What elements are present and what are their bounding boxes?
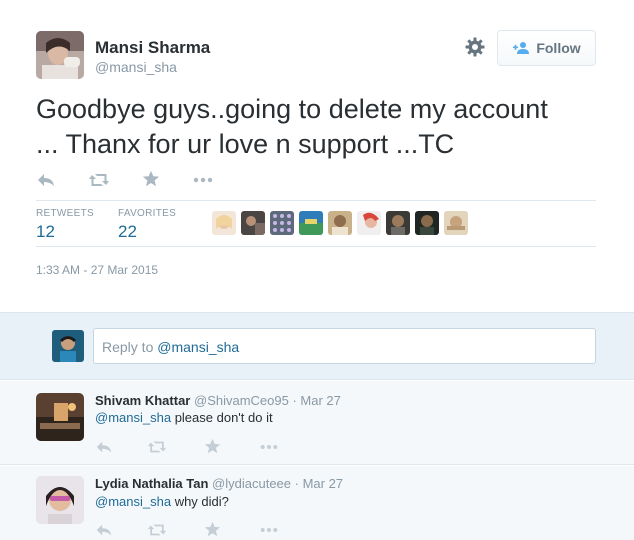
reply-date[interactable]: Mar 27 (303, 476, 343, 491)
tweet-text-line-1: Goodbye guys..going to delete my account (36, 94, 548, 124)
reply-author-avatar[interactable] (36, 393, 84, 441)
favorite-star-icon[interactable] (204, 438, 222, 456)
divider-top (36, 200, 596, 201)
favorites-count[interactable]: 22 (118, 222, 137, 242)
reply-text: @mansi_sha why didi? (95, 494, 229, 509)
reply-separator: · (288, 393, 301, 408)
retweet-icon[interactable] (147, 438, 167, 456)
favoriter-avatar[interactable] (212, 211, 236, 235)
favorite-star-icon[interactable] (204, 521, 222, 539)
follow-label: Follow (536, 40, 581, 56)
reply-text: @mansi_sha please don't do it (95, 410, 273, 425)
divider-bottom (36, 246, 596, 247)
favoriter-avatar[interactable] (270, 211, 294, 235)
follow-button[interactable]: Follow (497, 30, 596, 66)
favoriter-avatar[interactable] (386, 211, 410, 235)
tweet-text: Goodbye guys..going to delete my account… (36, 92, 606, 162)
favoriter-avatar[interactable] (444, 211, 468, 235)
reply-mention[interactable]: @mansi_sha (95, 410, 171, 425)
main-tweet: Mansi Sharma @mansi_sha Follow Goodbye g… (0, 0, 634, 312)
tweet-text-line-2: ... Thanx for ur love n support ...TC (36, 129, 455, 159)
more-dots-icon[interactable] (192, 170, 214, 190)
reply-header: Shivam Khattar @ShivamCeo95 · Mar 27 (95, 393, 341, 408)
reply-body: why didi? (171, 494, 229, 509)
retweets-count[interactable]: 12 (36, 222, 55, 242)
reply-icon[interactable] (36, 170, 56, 190)
reply-item[interactable]: Lydia Nathalia Tan @lydiacuteee · Mar 27… (0, 466, 634, 540)
favoriter-avatar[interactable] (357, 211, 381, 235)
favoriters-avatars (212, 211, 473, 235)
reply-placeholder-prefix: Reply to (102, 339, 158, 355)
reply-body: please don't do it (171, 410, 273, 425)
favorites-label: FAVORITES (118, 208, 177, 219)
reply-separator: · (291, 476, 303, 491)
favorite-star-icon[interactable] (142, 170, 162, 190)
author-avatar[interactable] (36, 31, 84, 79)
reply-item[interactable]: Shivam Khattar @ShivamCeo95 · Mar 27 @ma… (0, 381, 634, 465)
more-dots-icon[interactable] (258, 438, 280, 456)
reply-author-name[interactable]: Lydia Nathalia Tan (95, 476, 208, 491)
reply-author-name[interactable]: Shivam Khattar (95, 393, 190, 408)
favoriter-avatar[interactable] (299, 211, 323, 235)
reply-placeholder-mention: @mansi_sha (157, 339, 240, 355)
tweet-timestamp[interactable]: 1:33 AM - 27 Mar 2015 (36, 263, 158, 277)
reply-header: Lydia Nathalia Tan @lydiacuteee · Mar 27 (95, 476, 343, 491)
reply-composer: Reply to @mansi_sha (0, 312, 634, 380)
favoriter-avatar[interactable] (241, 211, 265, 235)
current-user-avatar (52, 330, 84, 362)
favoriter-avatar[interactable] (415, 211, 439, 235)
reply-mention[interactable]: @mansi_sha (95, 494, 171, 509)
follow-person-plus-icon (512, 41, 530, 55)
reply-icon[interactable] (95, 521, 113, 539)
reply-author-handle[interactable]: @lydiacuteee (212, 476, 291, 491)
reply-input[interactable]: Reply to @mansi_sha (93, 328, 596, 364)
retweet-icon[interactable] (88, 170, 109, 190)
author-handle[interactable]: @mansi_sha (95, 59, 177, 75)
reply-date[interactable]: Mar 27 (300, 393, 340, 408)
author-name[interactable]: Mansi Sharma (95, 38, 210, 58)
retweets-label: RETWEETS (36, 208, 94, 219)
favoriter-avatar[interactable] (328, 211, 352, 235)
gear-icon[interactable] (464, 36, 486, 58)
reply-icon[interactable] (95, 438, 113, 456)
reply-author-handle[interactable]: @ShivamCeo95 (194, 393, 289, 408)
more-dots-icon[interactable] (258, 521, 280, 539)
retweet-icon[interactable] (147, 521, 167, 539)
reply-author-avatar[interactable] (36, 476, 84, 524)
